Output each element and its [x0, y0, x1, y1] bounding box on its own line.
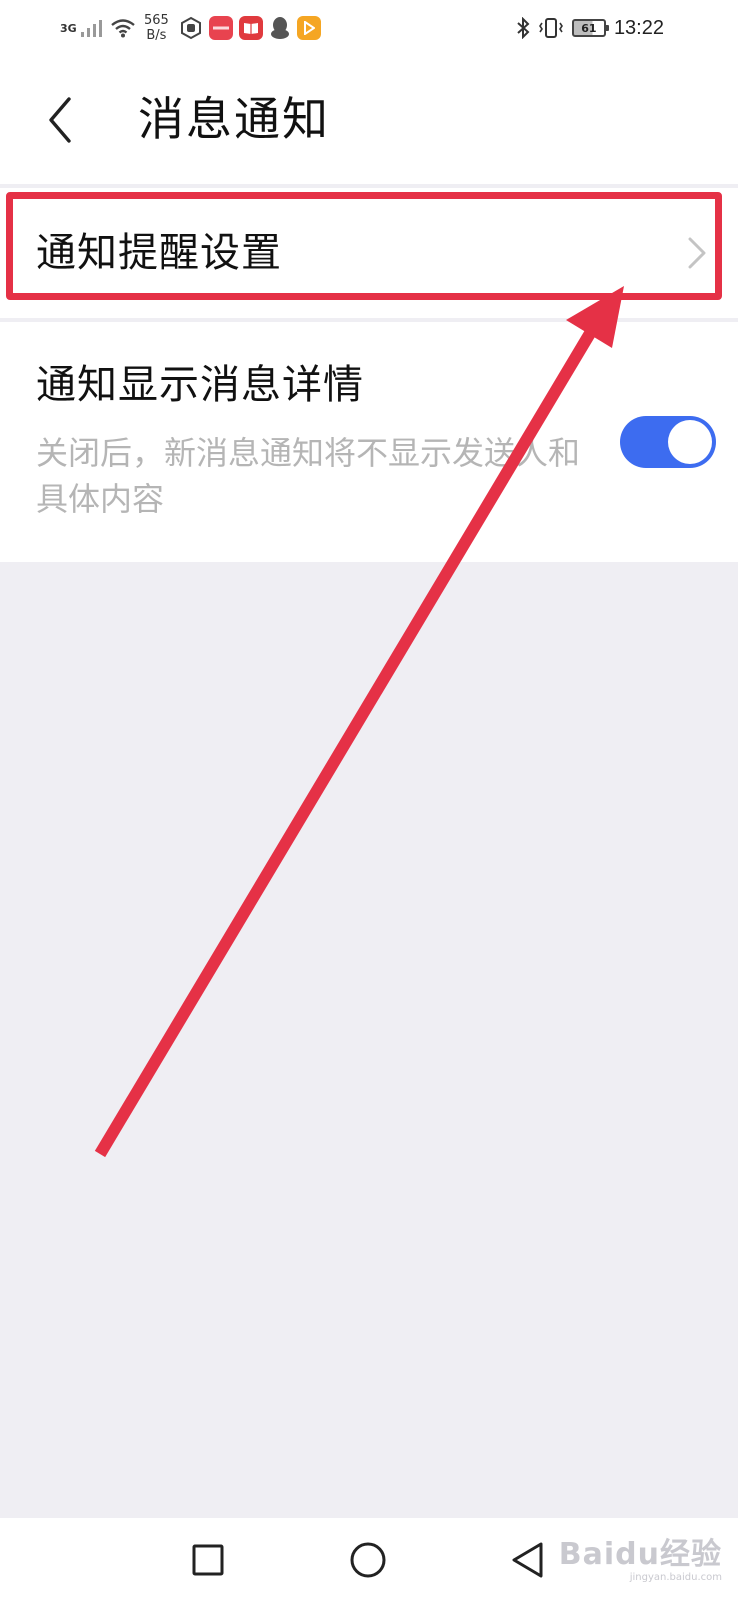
- watermark-sub: jingyan.baidu.com: [629, 1572, 722, 1583]
- home-button[interactable]: [342, 1534, 394, 1586]
- battery-level: 61: [581, 21, 597, 35]
- status-right-group: 61 13:22: [516, 10, 664, 46]
- notification-reminder-settings-label: 通知提醒设置: [36, 230, 282, 276]
- vibrate-icon: [538, 18, 563, 38]
- net-speed-value: 565: [144, 13, 169, 28]
- toggle-knob: [668, 420, 712, 464]
- status-bar: 3G 565 B/s 61 13:22: [0, 0, 738, 56]
- back-nav-button[interactable]: [502, 1534, 554, 1586]
- title-bar: 消息通知: [0, 56, 738, 184]
- huawei-app-icon: [208, 16, 233, 40]
- battery-icon: 61: [571, 19, 609, 37]
- video-app-icon: [296, 16, 321, 40]
- home-icon: [350, 1542, 386, 1578]
- notification-reminder-settings-item[interactable]: 通知提醒设置: [0, 188, 738, 318]
- page-title: 消息通知: [138, 92, 330, 146]
- back-button[interactable]: [36, 92, 84, 148]
- bluetooth-icon: [517, 17, 530, 39]
- hand-icon: [180, 16, 201, 40]
- watermark-main: Baidu经验: [558, 1537, 722, 1572]
- net-speed-unit: B/s: [146, 28, 167, 43]
- chevron-left-icon: [49, 97, 71, 143]
- net-speed: 565 B/s: [144, 13, 169, 43]
- show-message-details-item: 通知显示消息详情 关闭后，新消息通知将不显示发送人和具体内容: [0, 322, 738, 562]
- recent-apps-button[interactable]: [182, 1534, 234, 1586]
- chevron-right-icon: [688, 237, 706, 269]
- back-icon: [512, 1542, 543, 1578]
- show-message-details-label: 通知显示消息详情: [36, 362, 364, 408]
- show-message-details-description: 关闭后，新消息通知将不显示发送人和具体内容: [36, 434, 581, 518]
- qq-icon: [270, 17, 289, 39]
- status-time: 13:22: [613, 16, 664, 39]
- status-left-group: 3G 565 B/s: [60, 10, 321, 46]
- wifi-icon: [111, 19, 135, 38]
- network-type: 3G: [60, 21, 77, 35]
- recent-apps-icon: [192, 1544, 224, 1576]
- book-app-icon: [238, 16, 263, 40]
- watermark: Baidu经验 jingyan.baidu.com: [559, 1538, 722, 1584]
- signal-icon: [81, 20, 102, 37]
- show-message-details-toggle[interactable]: [620, 416, 716, 468]
